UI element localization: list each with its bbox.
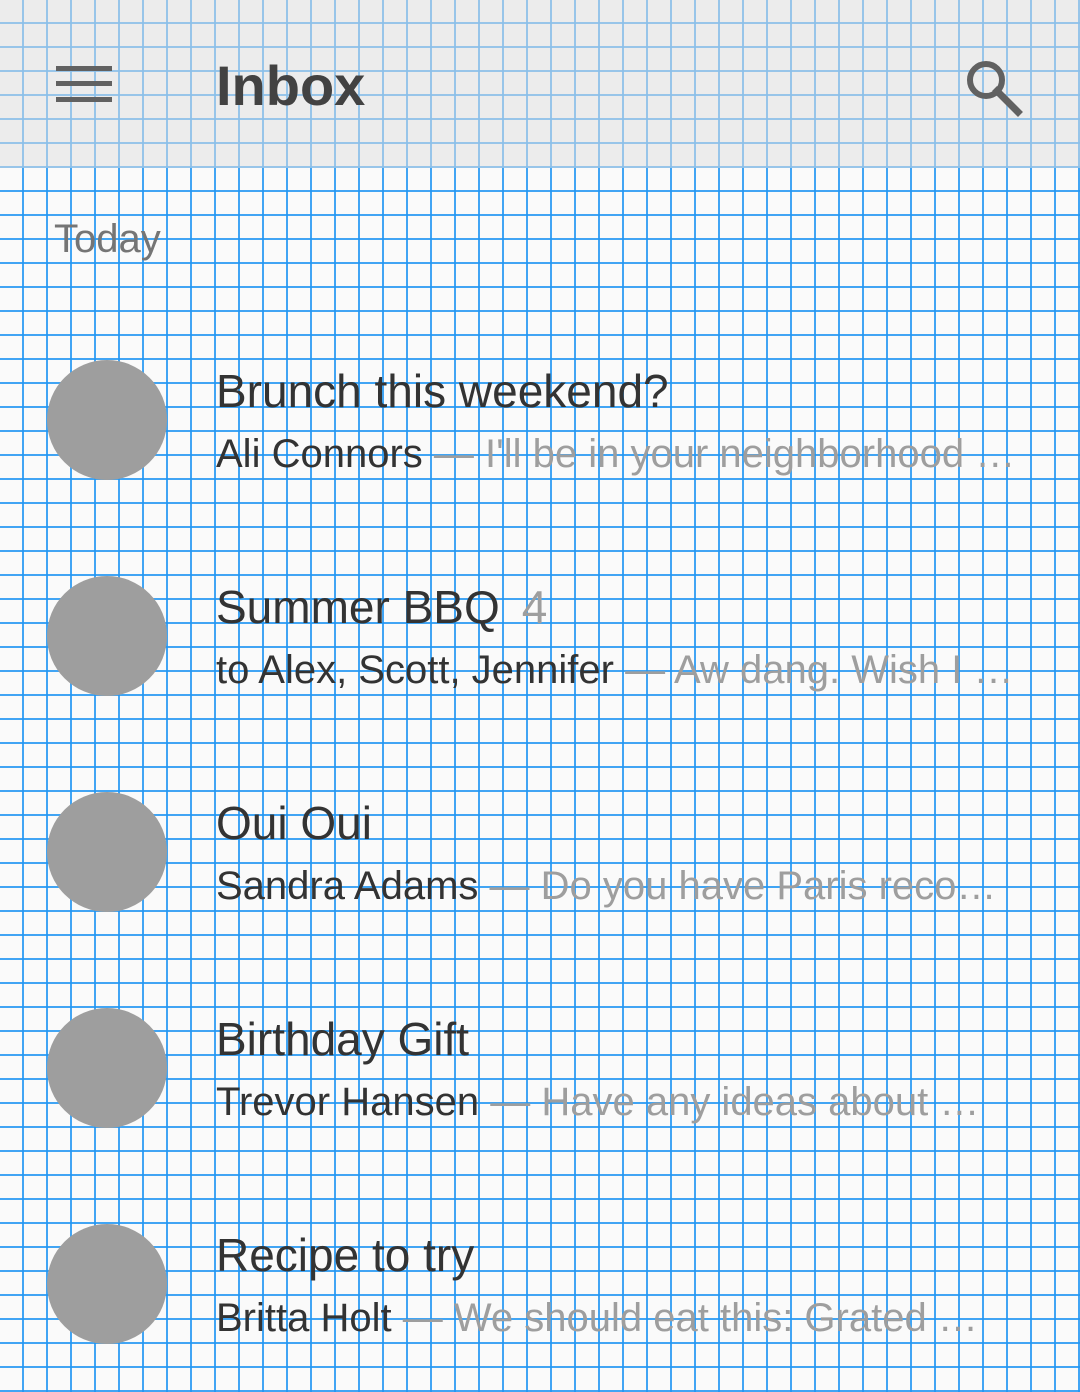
separator-dash: — <box>433 432 474 476</box>
thread-count-badge: 4 <box>521 581 548 633</box>
message-snippet: I'll be in your neighborhood doing erran… <box>485 432 1032 476</box>
message-subject: Summer BBQ <box>216 581 500 633</box>
message-preview: Britta Holt — We should eat this: Grated… <box>216 1294 992 1342</box>
avatar <box>47 792 167 912</box>
avatar <box>47 1008 167 1128</box>
avatar <box>47 576 167 696</box>
message-row[interactable]: Birthday Gift Trevor Hansen — Have any i… <box>0 960 1080 1176</box>
message-subject-line: Birthday Gift <box>216 1012 469 1066</box>
message-row[interactable]: Recipe to try Britta Holt — We should ea… <box>0 1176 1080 1392</box>
message-snippet: Aw dang. Wish I could make it. <box>674 648 1032 692</box>
message-row[interactable]: Summer BBQ 4 to Alex, Scott, Jennifer — A… <box>0 528 1080 744</box>
message-preview: Sandra Adams — Do you have Paris recomme… <box>216 862 1010 910</box>
separator-dash: — <box>489 864 530 908</box>
message-row[interactable]: Brunch this weekend? Ali Connors — I'll … <box>0 312 1080 528</box>
app-bar: Inbox <box>0 0 1080 168</box>
search-icon[interactable] <box>962 56 1026 120</box>
section-header-today: Today <box>54 217 161 261</box>
message-preview: to Alex, Scott, Jennifer — Aw dang. Wish… <box>216 646 1032 694</box>
message-sender: Trevor Hansen <box>216 1080 480 1124</box>
menu-icon-line <box>56 81 112 86</box>
separator-dash: — <box>625 648 666 692</box>
avatar <box>47 1224 167 1344</box>
menu-icon-line <box>56 97 112 102</box>
message-list: Brunch this weekend? Ali Connors — I'll … <box>0 312 1080 1392</box>
message-subject: Recipe to try <box>216 1229 475 1281</box>
message-preview: Trevor Hansen — Have any ideas about wha… <box>216 1078 992 1126</box>
separator-dash: — <box>490 1080 531 1124</box>
message-row[interactable]: Oui Oui Sandra Adams — Do you have Paris… <box>0 744 1080 960</box>
message-sender: to Alex, Scott, Jennifer <box>216 648 614 692</box>
message-subject-line: Summer BBQ 4 <box>216 580 547 634</box>
message-subject-line: Oui Oui <box>216 796 372 850</box>
hamburger-menu-icon[interactable] <box>56 66 112 102</box>
message-sender: Britta Holt <box>216 1296 392 1340</box>
message-subject-line: Brunch this weekend? <box>216 364 669 418</box>
message-snippet: Do you have Paris recommendations? <box>540 864 1010 908</box>
message-subject: Brunch this weekend? <box>216 365 669 417</box>
message-sender: Ali Connors <box>216 432 423 476</box>
message-sender: Sandra Adams <box>216 864 479 908</box>
message-subject-line: Recipe to try <box>216 1228 474 1282</box>
menu-icon-line <box>56 66 112 71</box>
message-snippet: Have any ideas about what we should get? <box>541 1080 992 1124</box>
message-preview: Ali Connors — I'll be in your neighborho… <box>216 430 1032 478</box>
message-subject: Oui Oui <box>216 797 372 849</box>
avatar <box>47 360 167 480</box>
message-snippet: We should eat this: Grated squash, corn … <box>453 1296 992 1340</box>
separator-dash: — <box>402 1296 443 1340</box>
message-subject: Birthday Gift <box>216 1013 470 1065</box>
page-title: Inbox <box>216 54 366 117</box>
